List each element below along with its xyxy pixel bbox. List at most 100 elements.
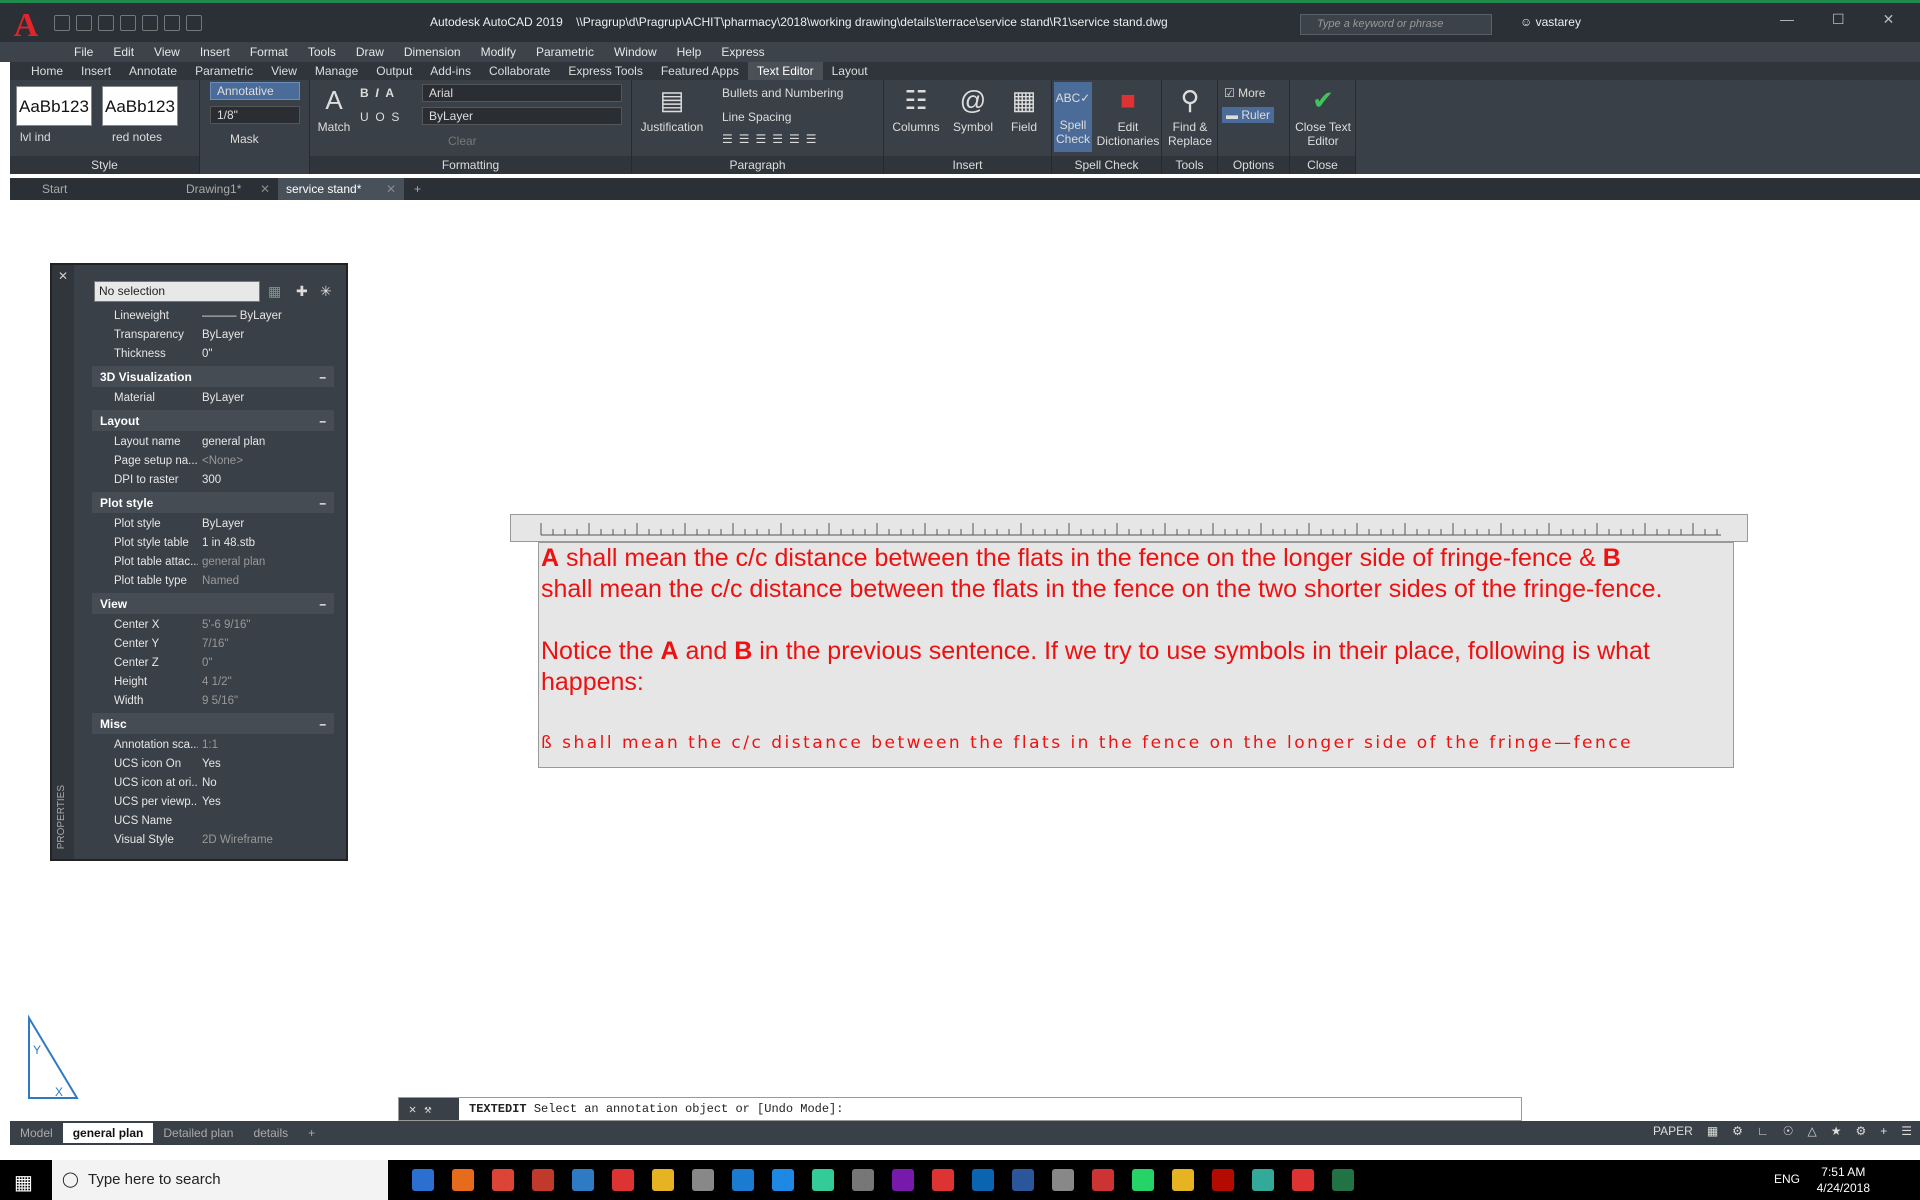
properties-title-strip[interactable]: ✕ PROPERTIES	[52, 265, 74, 859]
app-icon[interactable]	[692, 1169, 714, 1191]
app-icon[interactable]	[532, 1169, 554, 1191]
menu-format[interactable]: Format	[240, 45, 298, 59]
app-icon[interactable]	[1092, 1169, 1114, 1191]
prop-row-lineweight[interactable]: Lineweight ——— ByLayer	[92, 307, 334, 326]
collapse-icon[interactable]: –	[319, 496, 326, 510]
whatsapp-icon[interactable]	[1132, 1169, 1154, 1191]
prop-row[interactable]: UCS icon On Yes	[92, 755, 334, 774]
menu-parametric[interactable]: Parametric	[526, 45, 604, 59]
style-swatch-lvl-ind[interactable]: AaBb123	[16, 86, 92, 126]
app-icon[interactable]	[572, 1169, 594, 1191]
bullets-button[interactable]: Bullets and Numbering	[722, 86, 843, 100]
menu-insert[interactable]: Insert	[190, 45, 240, 59]
store-icon[interactable]	[852, 1169, 874, 1191]
section-misc[interactable]: Misc –	[92, 713, 334, 734]
help-search-input[interactable]: Type a keyword or phrase	[1300, 14, 1492, 35]
maximize-icon[interactable]: ☐	[1832, 11, 1845, 28]
prop-row[interactable]: UCS per viewp... Yes	[92, 793, 334, 812]
undo-icon[interactable]	[164, 15, 180, 31]
settings-gear-icon[interactable]: ⚙	[1855, 1124, 1866, 1138]
grid-icon[interactable]: ▦	[1707, 1124, 1718, 1138]
prop-row[interactable]: Width 9 5/16"	[92, 692, 334, 711]
word-icon[interactable]	[1012, 1169, 1034, 1191]
open-icon[interactable]	[76, 15, 92, 31]
user-account[interactable]: ☺ vastarey	[1520, 15, 1581, 29]
layout-tab-model[interactable]: Model	[10, 1123, 63, 1143]
tab-add-ins[interactable]: Add-ins	[421, 62, 480, 80]
pickadd-icon[interactable]: ✳	[320, 283, 332, 300]
bold-button[interactable]: B I A	[360, 86, 394, 100]
annotative-toggle[interactable]: Annotative	[210, 82, 300, 100]
prop-row[interactable]: Plot table attac... general plan	[92, 553, 334, 572]
prop-row[interactable]: Center Z 0"	[92, 654, 334, 673]
prop-row[interactable]: DPI to raster 300	[92, 471, 334, 490]
acrobat-icon[interactable]	[1212, 1169, 1234, 1191]
more-button[interactable]: ☑ More	[1224, 86, 1265, 100]
edge-icon[interactable]	[412, 1169, 434, 1191]
add-layout-icon[interactable]: +	[298, 1123, 325, 1143]
doc-tab-service-stand[interactable]: service stand* ✕	[278, 178, 404, 200]
new-tab-icon[interactable]: +	[404, 178, 434, 200]
style-swatch-red-notes[interactable]: AaBb123	[102, 86, 178, 126]
menu-edit[interactable]: Edit	[103, 45, 144, 59]
doc-tab-drawing1[interactable]: Drawing1* ✕	[154, 178, 278, 200]
onenote-icon[interactable]	[892, 1169, 914, 1191]
prop-row[interactable]: Annotation sca... 1:1	[92, 736, 334, 755]
tab-text-editor[interactable]: Text Editor	[747, 62, 823, 80]
menu-express[interactable]: Express	[711, 45, 774, 59]
tab-collaborate[interactable]: Collaborate	[480, 62, 559, 80]
close-tab-icon[interactable]: ✕	[386, 178, 396, 200]
menu-window[interactable]: Window	[604, 45, 667, 59]
quick-select-icon[interactable]: ▦	[268, 283, 281, 300]
tab-parametric[interactable]: Parametric	[186, 62, 262, 80]
section-3d-visualization[interactable]: 3D Visualization –	[92, 366, 334, 387]
save-as-icon[interactable]	[120, 15, 136, 31]
prop-row[interactable]: Center Y 7/16"	[92, 635, 334, 654]
layout-tab-general-plan[interactable]: general plan	[62, 1123, 154, 1143]
clock[interactable]: 7:51 AM 4/24/2018	[1817, 1164, 1870, 1196]
underline-button[interactable]: U O S	[360, 110, 399, 124]
app-icon[interactable]	[1252, 1169, 1274, 1191]
line-spacing-button[interactable]: Line Spacing	[722, 110, 791, 124]
language-indicator[interactable]: ENG	[1774, 1172, 1800, 1186]
menu-file[interactable]: File	[64, 45, 103, 59]
tab-featured-apps[interactable]: Featured Apps	[652, 62, 748, 80]
customize-icon[interactable]: ⚒	[424, 1102, 431, 1117]
justification-button[interactable]: ▤ Justification	[634, 84, 710, 134]
minimize-icon[interactable]: —	[1780, 11, 1794, 28]
prop-row-transparency[interactable]: Transparency ByLayer	[92, 326, 334, 345]
app-icon[interactable]	[732, 1169, 754, 1191]
section-view[interactable]: View –	[92, 593, 334, 614]
prop-row[interactable]: Page setup na... <None>	[92, 452, 334, 471]
font-dropdown[interactable]: Arial	[422, 84, 622, 102]
close-tab-icon[interactable]: ✕	[260, 178, 270, 200]
autocad-icon[interactable]	[1292, 1169, 1314, 1191]
redo-icon[interactable]	[186, 15, 202, 31]
tab-express-tools[interactable]: Express Tools	[559, 62, 651, 80]
prop-row[interactable]: Material ByLayer	[92, 389, 334, 408]
paper-space-toggle[interactable]: PAPER	[1653, 1124, 1693, 1138]
layout-tab-detailed-plan[interactable]: Detailed plan	[153, 1123, 243, 1143]
color-dropdown[interactable]: ByLayer	[422, 107, 622, 125]
section-plot-style[interactable]: Plot style –	[92, 492, 334, 513]
prop-row[interactable]: Plot table type Named	[92, 572, 334, 591]
section-layout[interactable]: Layout –	[92, 410, 334, 431]
onedrive-icon[interactable]	[772, 1169, 794, 1191]
collapse-icon[interactable]: –	[319, 717, 326, 731]
menu-tools[interactable]: Tools	[298, 45, 346, 59]
close-icon[interactable]: ✕	[1883, 11, 1895, 28]
app-icon[interactable]	[612, 1169, 634, 1191]
collapse-icon[interactable]: –	[319, 597, 326, 611]
tab-home[interactable]: Home	[22, 62, 72, 80]
match-button[interactable]: A Match	[314, 84, 354, 134]
field-button[interactable]: ▦ Field	[1002, 84, 1046, 134]
columns-button[interactable]: ☷ Columns	[888, 84, 944, 134]
mask-button[interactable]: Mask	[230, 132, 259, 146]
clear-button[interactable]: Clear	[448, 134, 477, 148]
menu-dimension[interactable]: Dimension	[394, 45, 471, 59]
close-cmdline-icon[interactable]: ✕	[409, 1102, 416, 1117]
menu-help[interactable]: Help	[667, 45, 712, 59]
mtext-ruler[interactable]	[510, 514, 1748, 542]
plot-icon[interactable]	[142, 15, 158, 31]
prop-row[interactable]: Height 4 1/2"	[92, 673, 334, 692]
